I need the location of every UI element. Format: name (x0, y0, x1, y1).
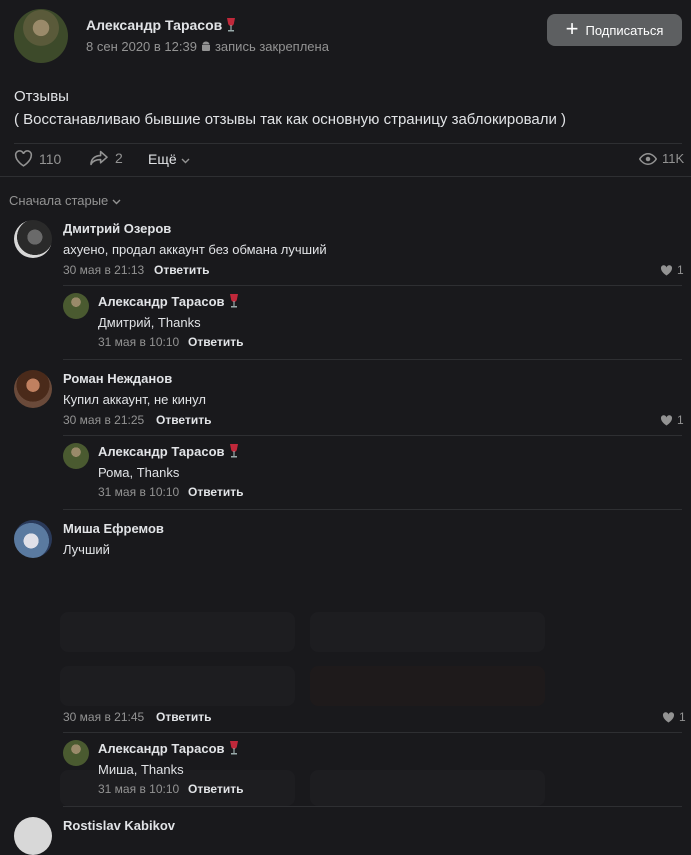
comment-like-count: 1 (679, 710, 686, 724)
divider (14, 143, 682, 144)
avatar[interactable] (14, 817, 52, 855)
reply-button[interactable]: Ответить (188, 782, 243, 796)
reply-text: Миша, Thanks (98, 762, 184, 777)
avatar[interactable] (14, 370, 52, 408)
like-button[interactable]: 110 (14, 150, 61, 167)
sort-dropdown[interactable]: Сначала старые (9, 193, 121, 208)
reply-button[interactable]: Ответить (188, 485, 243, 499)
subscribe-button[interactable]: + Подписаться (547, 14, 682, 46)
like-count: 110 (39, 150, 62, 167)
share-icon (90, 150, 108, 166)
plus-icon: + (565, 16, 579, 41)
wine-glass-icon (229, 294, 238, 308)
ghost-panel-2 (310, 612, 545, 652)
comment-author[interactable]: Дмитрий Озеров (63, 221, 171, 236)
ghost-panel-4 (310, 666, 545, 706)
ghost-panel-1 (60, 612, 295, 652)
subscribe-label: Подписаться (585, 22, 664, 38)
eye-icon (639, 152, 657, 165)
android-icon (201, 41, 210, 51)
divider (63, 806, 682, 807)
reply-author-name[interactable]: Александр Тарасов (98, 294, 225, 309)
comment-like-count: 1 (677, 413, 684, 427)
comment-author[interactable]: Роман Нежданов (63, 371, 172, 386)
more-label: Ещё (148, 151, 177, 167)
post-title: Отзывы (14, 88, 69, 105)
heart-icon (660, 414, 673, 425)
pinned-label: запись закреплена (214, 39, 329, 54)
comment-date[interactable]: 30 мая в 21:45 (63, 710, 144, 724)
reply-date[interactable]: 31 мая в 10:10 (98, 782, 179, 796)
views-counter: 11K (639, 151, 684, 166)
reply-button[interactable]: Ответить (188, 335, 243, 349)
avatar[interactable] (63, 293, 89, 319)
comment-date[interactable]: 30 мая в 21:13 (63, 263, 144, 277)
comment-text: ахуено, продал аккаунт без обмана лучший (63, 242, 327, 257)
comment-text: Купил аккаунт, не кинул (63, 392, 206, 407)
comment-like-count: 1 (677, 263, 684, 277)
divider (63, 509, 682, 510)
comment-text: Лучший (63, 542, 110, 557)
avatar[interactable] (14, 220, 52, 258)
reply-text: Дмитрий, Thanks (98, 315, 201, 330)
ghost-panel-6 (310, 770, 545, 806)
comment-like-button[interactable]: 1 (662, 710, 686, 724)
divider (0, 176, 691, 177)
divider (63, 732, 682, 733)
views-count: 11K (662, 151, 685, 166)
avatar[interactable] (63, 740, 89, 766)
post-text: ( Восстанавливаю бывшие отзывы так как о… (14, 111, 567, 128)
reply-text: Рома, Thanks (98, 465, 180, 480)
post-author[interactable]: Александр Тарасов (86, 17, 236, 33)
chevron-down-icon (181, 158, 190, 164)
comment-like-button[interactable]: 1 (660, 263, 684, 277)
reply-date[interactable]: 31 мая в 10:10 (98, 335, 179, 349)
heart-icon (662, 711, 675, 722)
divider (63, 435, 682, 436)
post-meta: 8 сен 2020 в 12:39 запись закреплена (86, 39, 329, 54)
reply-author[interactable]: Александр Тарасов (98, 444, 239, 459)
reply-author[interactable]: Александр Тарасов (98, 294, 239, 309)
divider (63, 359, 682, 360)
wine-glass-icon (229, 444, 238, 458)
post-date[interactable]: 8 сен 2020 в 12:39 (86, 39, 197, 54)
heart-icon (660, 264, 673, 275)
ghost-panel-3 (60, 666, 295, 706)
reply-button[interactable]: Ответить (156, 413, 211, 427)
comment-author[interactable]: Миша Ефремов (63, 521, 164, 536)
heart-icon (14, 150, 33, 167)
comment-like-button[interactable]: 1 (660, 413, 684, 427)
reply-author-name[interactable]: Александр Тарасов (98, 741, 225, 756)
wine-glass-icon (227, 18, 236, 32)
post-author-name[interactable]: Александр Тарасов (86, 17, 222, 33)
reply-button[interactable]: Ответить (156, 710, 211, 724)
avatar[interactable] (14, 520, 52, 558)
reply-date[interactable]: 31 мая в 10:10 (98, 485, 179, 499)
comment-date[interactable]: 30 мая в 21:25 (63, 413, 144, 427)
avatar[interactable] (63, 443, 89, 469)
divider (63, 285, 682, 286)
reply-author-name[interactable]: Александр Тарасов (98, 444, 225, 459)
share-button[interactable]: 2 (89, 150, 123, 166)
share-count: 2 (115, 150, 123, 166)
chevron-down-icon (112, 199, 121, 205)
reply-button[interactable]: Ответить (154, 263, 209, 277)
sort-label: Сначала старые (9, 193, 109, 208)
reply-author[interactable]: Александр Тарасов (98, 741, 239, 756)
comment-author[interactable]: Rostislav Kabikov (63, 818, 175, 833)
author-avatar[interactable] (14, 9, 68, 63)
more-button[interactable]: Ещё (148, 151, 190, 167)
wine-glass-icon (229, 741, 238, 755)
